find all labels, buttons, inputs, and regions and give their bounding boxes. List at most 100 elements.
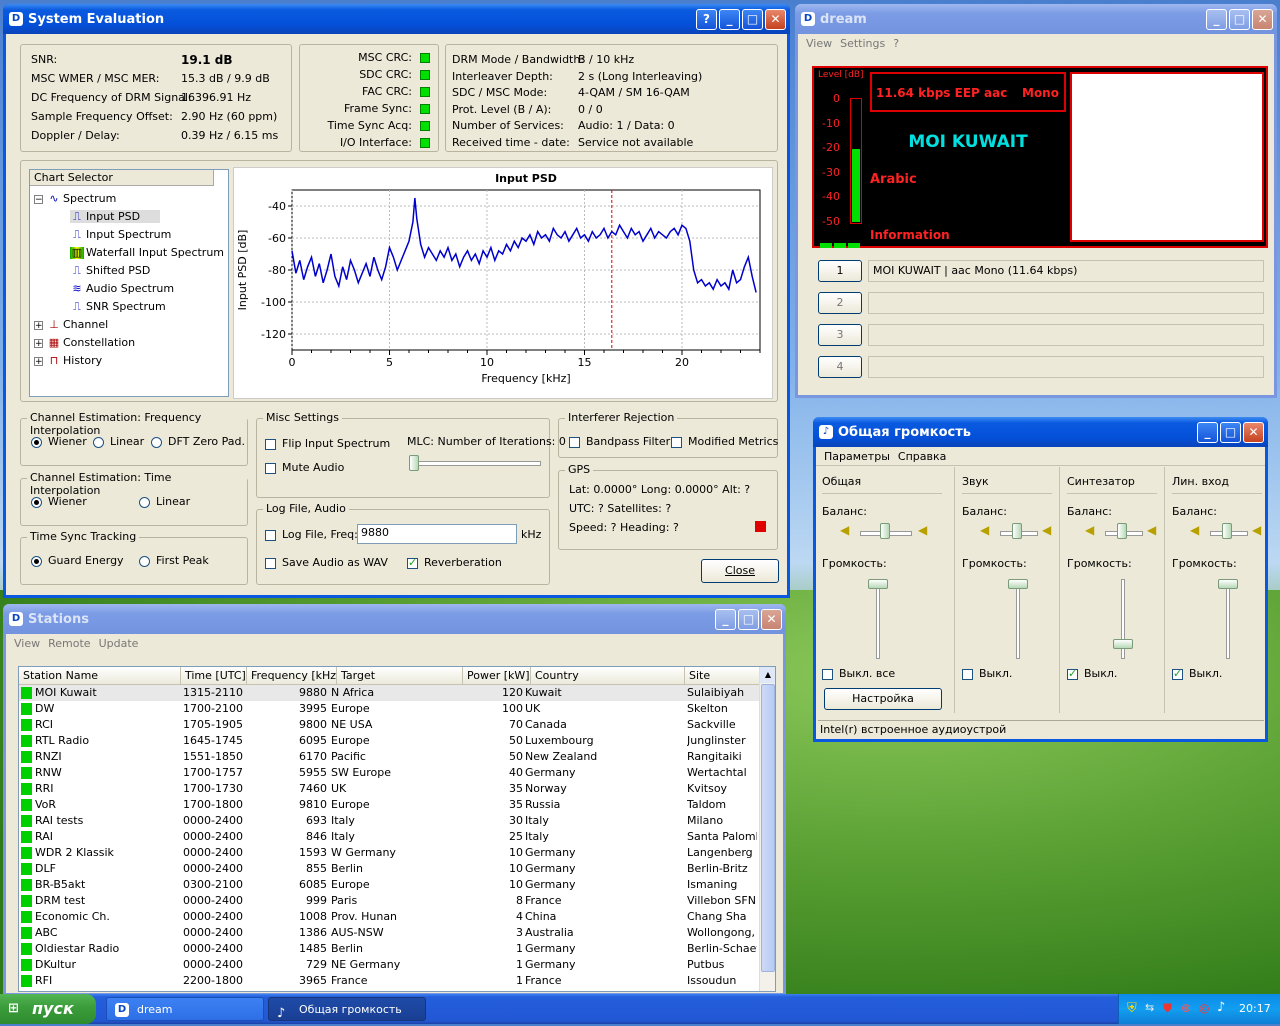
column-header[interactable]: Frequency [kHz] xyxy=(247,667,340,685)
menu-item[interactable]: Параметры xyxy=(824,450,890,463)
checkbox[interactable] xyxy=(671,436,682,448)
table-row[interactable]: RNZI 1551-1850 6170 Pacific 50 New Zealand Ran… xyxy=(19,749,759,765)
menu-item[interactable]: Update xyxy=(99,637,139,650)
column-header[interactable]: Target xyxy=(337,667,463,685)
volume-thumb[interactable] xyxy=(1218,579,1238,589)
minimize-button[interactable]: _ xyxy=(719,8,740,30)
checkbox[interactable] xyxy=(265,557,276,569)
checkbox[interactable] xyxy=(1067,667,1078,680)
table-row[interactable]: DW 1700-2100 3995 Europe 100 UK Skelton xyxy=(19,701,759,717)
tree-item-channel[interactable]: + ⊥ Channel xyxy=(34,318,108,331)
maximize-button[interactable]: □ xyxy=(1229,8,1250,30)
title-bar[interactable]: D dream _ □ ✕ xyxy=(795,4,1277,34)
checkbox[interactable] xyxy=(265,438,276,450)
radio-linear-freq[interactable]: Linear xyxy=(93,435,144,448)
expand-icon[interactable]: + xyxy=(34,338,43,348)
title-bar[interactable]: ♪ Общая громкость _ □ ✕ xyxy=(813,417,1268,447)
mlc-slider-thumb[interactable] xyxy=(409,455,419,471)
radio-wiener-time[interactable]: Wiener xyxy=(31,495,87,508)
table-row[interactable]: RRI 1700-1730 7460 UK 35 Norway Kvitsoy xyxy=(19,781,759,797)
table-row[interactable]: RFI 2200-1800 3965 France 1 France Issoudun xyxy=(19,973,759,989)
minimize-button[interactable]: _ xyxy=(1197,421,1218,443)
table-row[interactable]: RAI0000-2400846Italy25ItalySanta Palomba xyxy=(19,829,759,845)
checkbox[interactable] xyxy=(962,668,973,680)
expand-icon[interactable]: + xyxy=(34,320,43,330)
mute-checkbox[interactable]: Выкл. xyxy=(1172,667,1222,680)
service-button-1[interactable]: 1 xyxy=(818,260,862,282)
radio-dot[interactable] xyxy=(139,496,150,508)
reverberation-checkbox[interactable]: Reverberation xyxy=(407,556,502,569)
table-row[interactable]: RNW 1700-1757 5955 SW Europe 40 Germany Wertac… xyxy=(19,765,759,781)
table-row[interactable]: ABC 0000-2400 1386 AUS-NSW 3 Australia Wollong… xyxy=(19,925,759,941)
column-header[interactable]: Country xyxy=(531,667,685,685)
checkbox[interactable] xyxy=(407,556,418,569)
maximize-button[interactable]: □ xyxy=(742,8,763,30)
volume-thumb[interactable] xyxy=(1008,579,1028,589)
balance-thumb[interactable] xyxy=(1117,523,1127,539)
table-row[interactable]: Economic Ch. 0000-2400 1008 Prov. Hunan 4 Chi… xyxy=(19,909,759,925)
column-header[interactable]: Time [UTC] xyxy=(181,667,247,685)
mute-checkbox[interactable]: Выкл. xyxy=(1067,667,1117,680)
chart-selector-tree[interactable]: Chart Selector − ∿ Spectrum ⎍ Input PSD ⎍ Inp… xyxy=(29,169,229,397)
checkbox[interactable] xyxy=(822,668,833,680)
tree-item-shifted-psd[interactable]: ⎍ Shifted PSD xyxy=(70,264,150,277)
radio-dot[interactable] xyxy=(93,436,104,448)
table-row[interactable]: DRM test 0000-2400 999 Paris 8 France Villebon… xyxy=(19,893,759,909)
balance-thumb[interactable] xyxy=(1222,523,1232,539)
tree-item-input-spectrum[interactable]: ⎍ Input Spectrum xyxy=(70,228,171,241)
log-file-checkbox[interactable]: Log File, Freq: xyxy=(265,528,358,541)
bandpass-filter-checkbox[interactable]: Bandpass Filter xyxy=(569,435,670,448)
radio-linear-time[interactable]: Linear xyxy=(139,495,190,508)
menu-item[interactable]: View xyxy=(14,637,40,650)
checkbox[interactable] xyxy=(265,529,276,541)
minimize-button[interactable]: _ xyxy=(1206,8,1227,30)
service-button-3[interactable]: 3 xyxy=(818,324,862,346)
volume-track[interactable] xyxy=(1016,579,1020,659)
save-wav-checkbox[interactable]: Save Audio as WAV xyxy=(265,556,388,569)
mute-audio-checkbox[interactable]: Mute Audio xyxy=(265,461,344,474)
radio-first-peak[interactable]: First Peak xyxy=(139,554,209,567)
menu-item[interactable]: Settings xyxy=(840,37,885,50)
balance-thumb[interactable] xyxy=(880,523,890,539)
taskbar-item-volume[interactable]: ♪ Общая громкость xyxy=(268,997,426,1021)
radio-dot[interactable] xyxy=(139,555,150,567)
radio-dot[interactable] xyxy=(31,496,42,508)
radio-dot[interactable] xyxy=(151,436,162,448)
clock[interactable]: 20:17 xyxy=(1239,1002,1271,1015)
vertical-scrollbar[interactable]: ▲ xyxy=(759,667,775,991)
column-header[interactable]: Power [kW] xyxy=(463,667,531,685)
title-bar[interactable]: D Stations _ □ ✕ xyxy=(3,604,786,634)
scroll-thumb[interactable] xyxy=(761,684,775,972)
checkbox[interactable] xyxy=(1172,667,1183,680)
close-icon[interactable]: ✕ xyxy=(1243,421,1264,443)
volume-thumb[interactable] xyxy=(868,579,888,589)
menu-item[interactable]: Remote xyxy=(48,637,90,650)
settings-button[interactable]: Настройка xyxy=(824,688,942,710)
shield-icon[interactable]: ⛨ xyxy=(1127,1001,1137,1016)
service-button-2[interactable]: 2 xyxy=(818,292,862,314)
scroll-up-arrow[interactable]: ▲ xyxy=(760,667,775,683)
table-row[interactable]: BR-B5akt 0300-2100 6085 Europe 10 Germany Isma… xyxy=(19,877,759,893)
title-bar[interactable]: D System Evaluation ? _ □ ✕ xyxy=(3,4,790,34)
table-row[interactable]: RAI tests 0000-2400 693 Italy 30 Italy Milano xyxy=(19,813,759,829)
close-button[interactable]: Close xyxy=(701,559,779,583)
network-icon[interactable]: ⇆ xyxy=(1145,1001,1154,1014)
radio-guard-energy[interactable]: Guard Energy xyxy=(31,554,124,567)
antivirus-icon[interactable]: ⛊ xyxy=(1163,1001,1172,1016)
column-header[interactable]: Site xyxy=(685,667,765,685)
radio-dot[interactable] xyxy=(31,436,42,448)
table-row[interactable]: DKultur 0000-2400 729 NE Germany 1 Germany Put… xyxy=(19,957,759,973)
close-icon[interactable]: ✕ xyxy=(765,8,786,30)
collapse-icon[interactable]: − xyxy=(34,194,43,204)
volume-thumb[interactable] xyxy=(1113,639,1133,649)
close-icon[interactable]: ✕ xyxy=(761,608,782,630)
mute-checkbox[interactable]: Выкл. xyxy=(962,667,1012,680)
table-row[interactable]: RCI 1705-1905 9800 NE USA 70 Canada Sackville xyxy=(19,717,759,733)
table-row[interactable]: WDR 2 Klassik 0000-2400 1593 W Germany 10 Ger… xyxy=(19,845,759,861)
table-row[interactable]: RTL Radio 1645-1745 6095 Europe 50 Luxembourg… xyxy=(19,733,759,749)
table-row[interactable]: DLF 0000-2400 855 Berlin 10 Germany Berlin-Bri… xyxy=(19,861,759,877)
modified-metrics-checkbox[interactable]: Modified Metrics xyxy=(671,435,778,448)
radio-dot[interactable] xyxy=(31,555,42,567)
start-button[interactable]: ⊞ пуск xyxy=(0,994,96,1024)
volume-track[interactable] xyxy=(1226,579,1230,659)
